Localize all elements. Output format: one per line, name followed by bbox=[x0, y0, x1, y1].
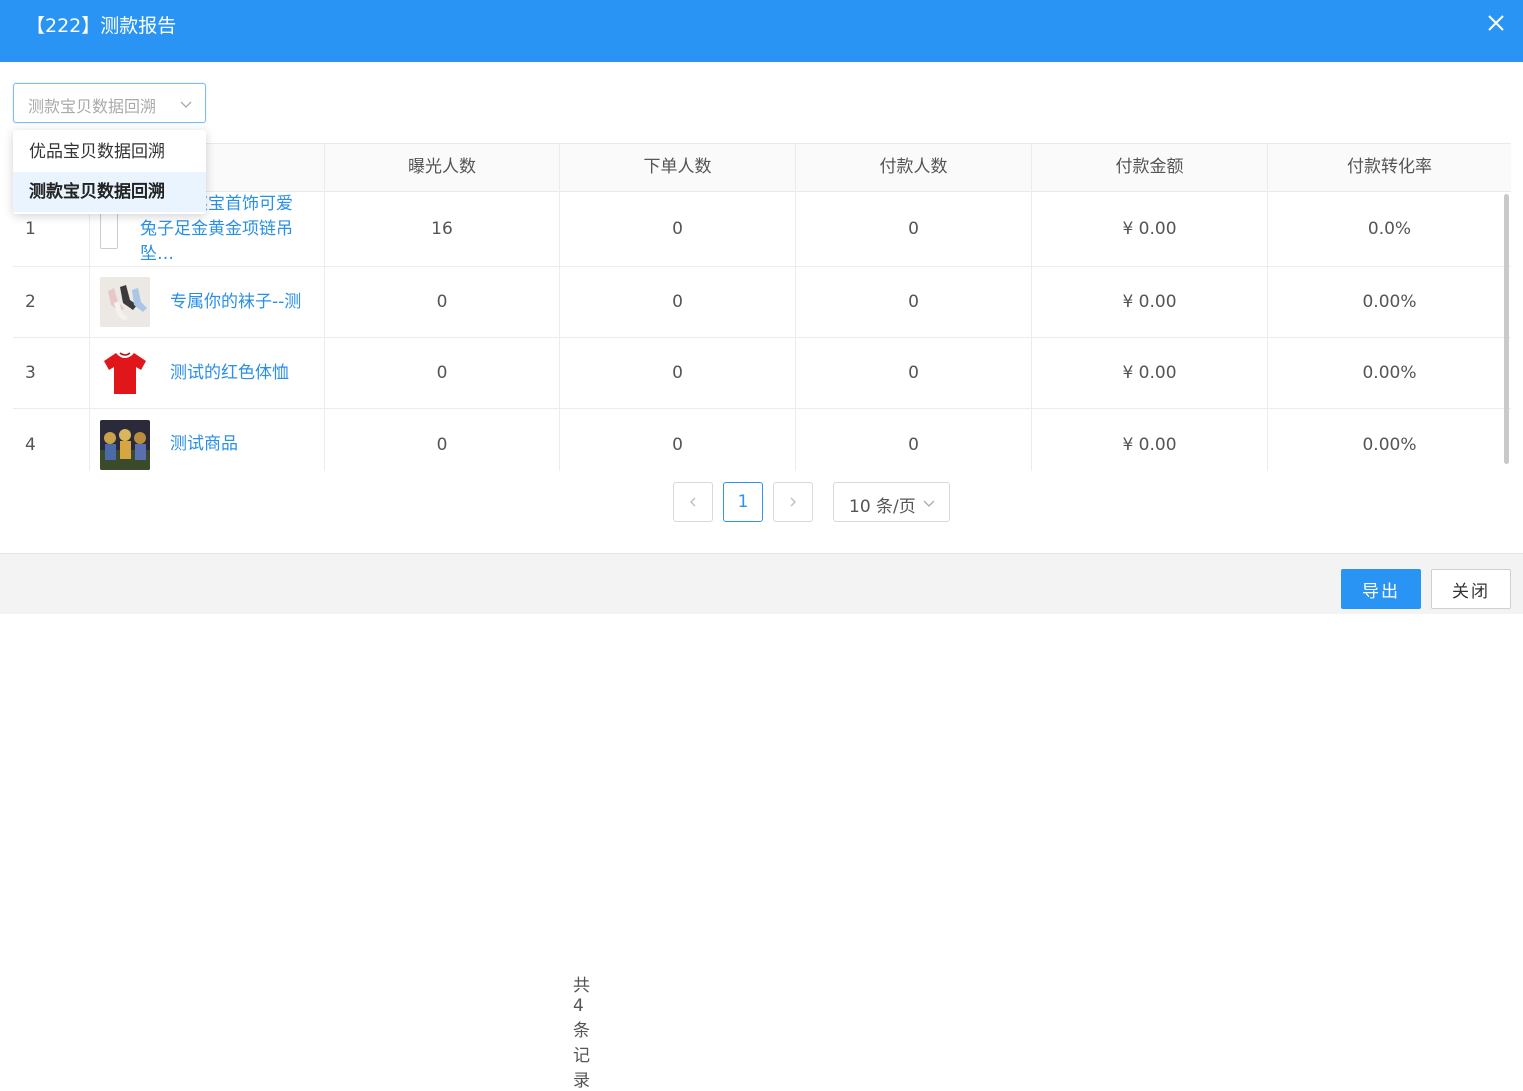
table-scrollbar[interactable] bbox=[1504, 194, 1509, 464]
row-index: 4 bbox=[25, 434, 36, 455]
dropdown-option-quality[interactable]: 优品宝贝数据回溯 bbox=[13, 132, 206, 172]
table-row: 4 测试商品 0 0 0 ¥ 0.00 0.00% bbox=[13, 409, 1511, 471]
table-row: 3 测试的红色体恤 0 0 0 ¥ 0.00 0.00% bbox=[13, 338, 1511, 409]
amount-value: ¥ 0.00 bbox=[1031, 267, 1267, 337]
rate-value: 0.00% bbox=[1267, 409, 1511, 471]
red-tshirt-image[interactable] bbox=[100, 348, 150, 398]
team-photo-image[interactable] bbox=[100, 419, 150, 470]
col-exposure-header: 曝光人数 bbox=[324, 144, 559, 192]
dropdown-option-test[interactable]: 测款宝贝数据回溯 bbox=[13, 172, 206, 212]
exposure-value: 0 bbox=[324, 267, 559, 337]
table-row: 1 周大福某宝首饰可爱兔子足金黄金项链吊坠… 16 0 0 ¥ 0.00 0.0… bbox=[13, 192, 1511, 267]
product-link[interactable]: 测试的红色体恤 bbox=[170, 361, 289, 386]
exposure-value: 16 bbox=[324, 192, 559, 266]
chevron-down-icon bbox=[923, 500, 935, 507]
chevron-left-icon bbox=[690, 497, 696, 507]
table-header: 曝光人数 下单人数 付款人数 付款金额 付款转化率 bbox=[13, 144, 1511, 192]
orders-value: 0 bbox=[559, 338, 795, 408]
orders-value: 0 bbox=[559, 409, 795, 471]
payers-value: 0 bbox=[795, 267, 1031, 337]
amount-value: ¥ 0.00 bbox=[1031, 192, 1267, 266]
product-thumbnail-empty[interactable] bbox=[100, 209, 118, 249]
payers-value: 0 bbox=[795, 409, 1031, 471]
orders-value: 0 bbox=[559, 267, 795, 337]
next-page-button[interactable] bbox=[773, 482, 813, 522]
product-cell: 测试的红色体恤 bbox=[89, 338, 324, 408]
table-row: 2 专属你的袜子--测 0 0 0 ¥ 0.00 0.00% bbox=[13, 267, 1511, 338]
exposure-value: 0 bbox=[324, 338, 559, 408]
report-type-select[interactable]: 测款宝贝数据回溯 bbox=[13, 83, 206, 123]
col-amount-header: 付款金额 bbox=[1031, 144, 1267, 192]
pagination-total: 共 4 条记录 bbox=[573, 976, 590, 1091]
page-size-select[interactable]: 10 条/页 bbox=[833, 482, 950, 522]
row-index: 3 bbox=[25, 363, 36, 383]
page-size-label: 10 条/页 bbox=[849, 497, 916, 517]
chevron-down-icon bbox=[180, 101, 192, 108]
prev-page-button[interactable] bbox=[673, 482, 713, 522]
col-orders-header: 下单人数 bbox=[559, 144, 795, 192]
report-table: 曝光人数 下单人数 付款人数 付款金额 付款转化率 1 周大福某宝首饰可爱兔子足… bbox=[13, 143, 1511, 471]
page-button-current[interactable]: 1 bbox=[723, 482, 763, 522]
product-link[interactable]: 测试商品 bbox=[170, 432, 238, 457]
rate-value: 0.00% bbox=[1267, 338, 1511, 408]
chevron-right-icon bbox=[790, 497, 796, 507]
report-type-dropdown: 优品宝贝数据回溯 测款宝贝数据回溯 bbox=[13, 130, 206, 214]
dialog-title: 【222】测款报告 bbox=[26, 15, 177, 37]
exposure-value: 0 bbox=[324, 409, 559, 471]
close-button[interactable]: 关闭 bbox=[1431, 569, 1511, 609]
dialog-footer bbox=[0, 553, 1523, 614]
payers-value: 0 bbox=[795, 192, 1031, 266]
col-payers-header: 付款人数 bbox=[795, 144, 1031, 192]
socks-image[interactable] bbox=[100, 277, 150, 327]
row-index: 2 bbox=[25, 292, 36, 312]
export-button[interactable]: 导出 bbox=[1341, 569, 1421, 609]
rate-value: 0.00% bbox=[1267, 267, 1511, 337]
dialog-header: 【222】测款报告 bbox=[0, 0, 1523, 62]
payers-value: 0 bbox=[795, 338, 1031, 408]
close-icon[interactable] bbox=[1485, 12, 1507, 34]
orders-value: 0 bbox=[559, 192, 795, 266]
product-cell: 测试商品 bbox=[89, 409, 324, 471]
report-type-placeholder: 测款宝贝数据回溯 bbox=[28, 97, 157, 116]
amount-value: ¥ 0.00 bbox=[1031, 338, 1267, 408]
amount-value: ¥ 0.00 bbox=[1031, 409, 1267, 471]
product-cell: 专属你的袜子--测 bbox=[89, 267, 324, 337]
rate-value: 0.0% bbox=[1267, 192, 1511, 266]
col-rate-header: 付款转化率 bbox=[1267, 144, 1511, 192]
product-link[interactable]: 专属你的袜子--测 bbox=[170, 290, 301, 315]
